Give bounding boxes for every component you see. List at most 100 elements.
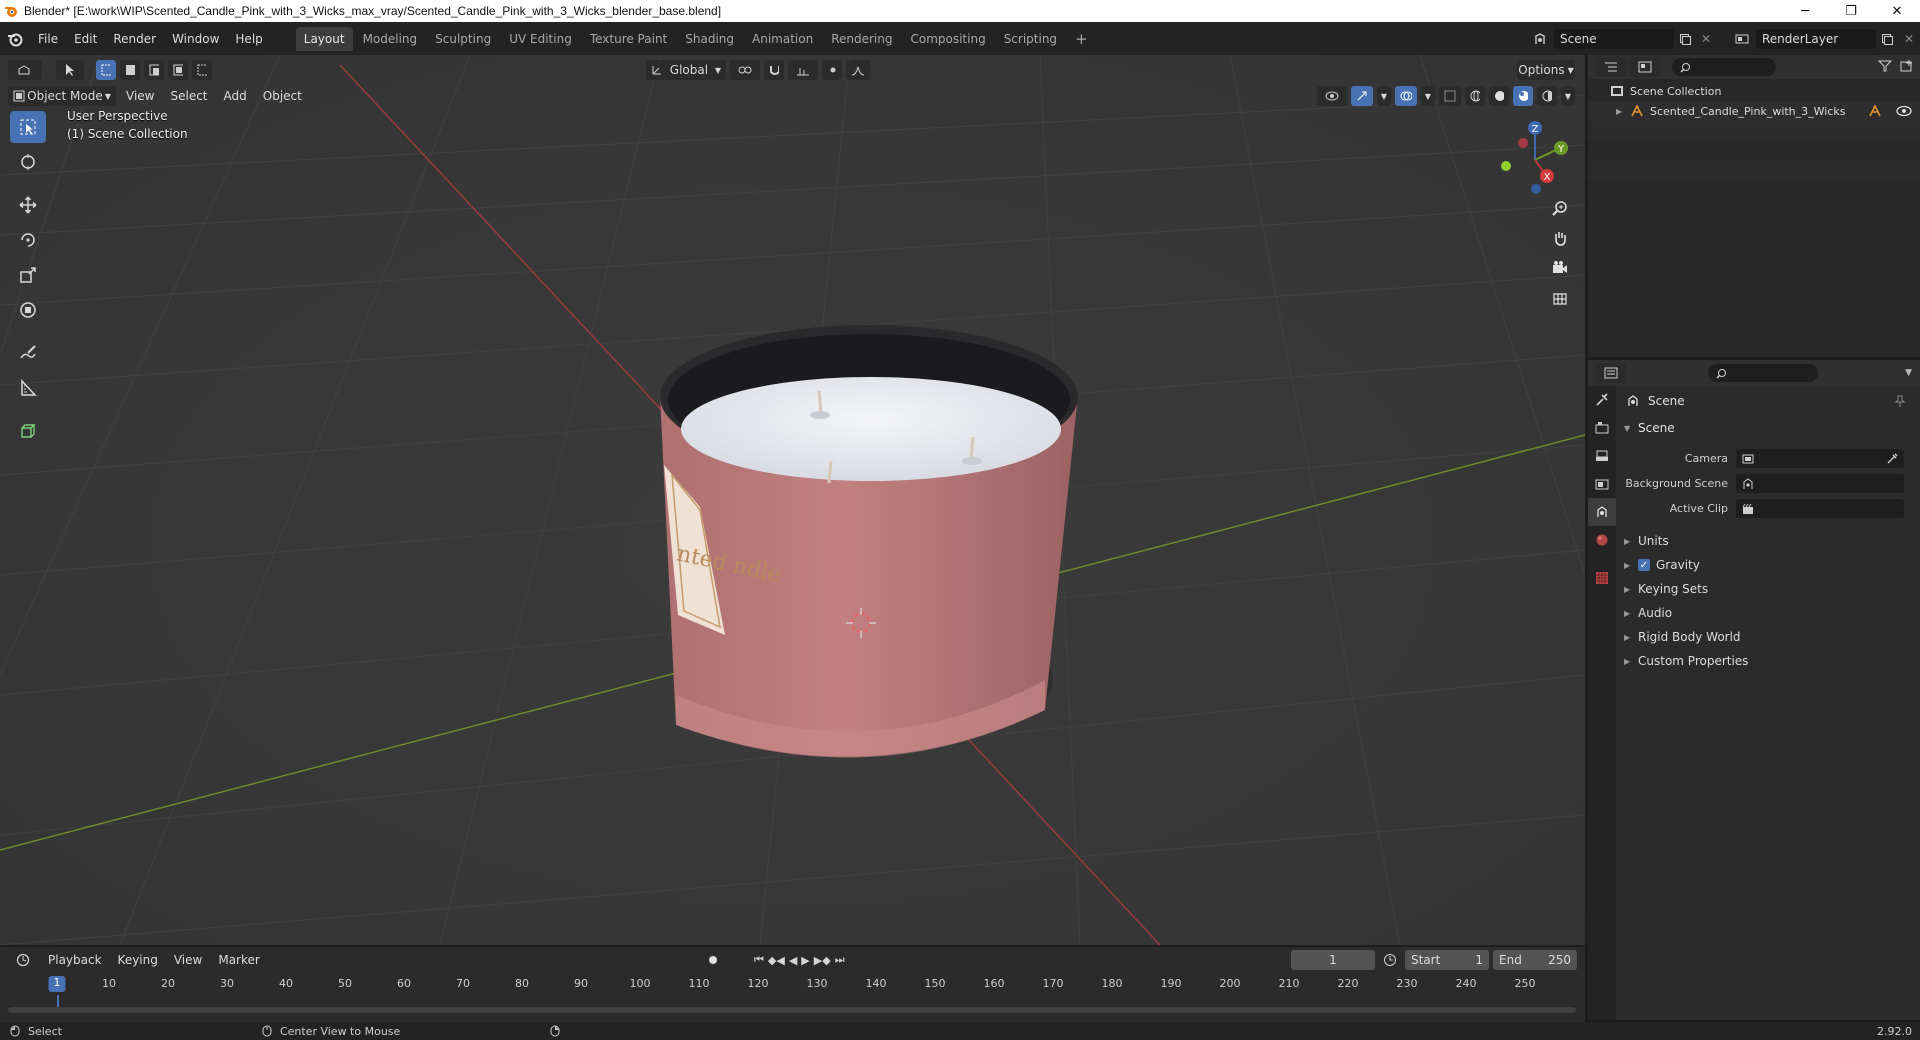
outliner-scene-collection[interactable]: Scene Collection (1588, 81, 1920, 101)
scene-panel-header[interactable]: ▼ Scene (1618, 416, 1918, 440)
navigation-gizmo[interactable]: Z Y X (1490, 115, 1580, 205)
options-dropdown[interactable]: Options ▼ (1517, 60, 1575, 80)
menu-edit[interactable]: Edit (66, 22, 105, 55)
viewport-menu-select[interactable]: Select (162, 89, 215, 103)
tab-animation[interactable]: Animation (744, 27, 821, 51)
delete-scene-icon[interactable]: ✕ (1696, 32, 1716, 46)
camera-field[interactable] (1736, 449, 1904, 468)
outliner-search-input[interactable] (1672, 58, 1776, 76)
transform-orientation-dropdown[interactable]: Global ▼ (646, 60, 726, 80)
select-box-tool-icon[interactable] (10, 111, 46, 143)
scale-tool-icon[interactable] (10, 259, 46, 291)
new-scene-icon[interactable] (1674, 33, 1696, 45)
tab-uv-editing[interactable]: UV Editing (501, 27, 580, 51)
tab-rendering[interactable]: Rendering (823, 27, 900, 51)
timeline-menu-view[interactable]: View (166, 953, 210, 967)
snap-target-icon[interactable] (788, 60, 818, 80)
properties-search-input[interactable] (1708, 364, 1818, 382)
jump-end-icon[interactable]: ⏭ (835, 953, 845, 967)
preview-range-icon[interactable] (1375, 953, 1405, 967)
texture-tab-icon[interactable] (1588, 564, 1616, 592)
timeline-editor-type-icon[interactable] (8, 950, 38, 970)
pan-hand-icon[interactable] (1545, 223, 1575, 253)
output-tab-icon[interactable] (1588, 442, 1616, 470)
tab-layout[interactable]: Layout (295, 26, 353, 51)
timeline-scrollbar[interactable] (8, 1007, 1576, 1013)
visibility-selectability-icon[interactable] (1317, 86, 1347, 106)
gizmo-dropdown[interactable]: ▼ (1377, 86, 1391, 106)
overlays-dropdown[interactable]: ▼ (1421, 86, 1435, 106)
current-frame-indicator[interactable]: 1 (48, 976, 66, 992)
render-tab-icon[interactable] (1588, 414, 1616, 442)
select-subtract-icon[interactable] (144, 60, 164, 80)
record-icon[interactable] (702, 950, 724, 970)
proportional-edit-icon[interactable] (822, 60, 842, 80)
rotate-tool-icon[interactable] (10, 224, 46, 256)
menu-render[interactable]: Render (105, 22, 164, 55)
new-view-layer-icon[interactable] (1876, 33, 1898, 45)
outliner-editor-type-icon[interactable] (1596, 57, 1626, 77)
viewport-menu-view[interactable]: View (118, 89, 162, 103)
add-cube-tool-icon[interactable] (10, 415, 46, 447)
units-panel[interactable]: ▶ Units (1618, 529, 1918, 553)
view-layer-icon[interactable] (1728, 32, 1756, 46)
falloff-icon[interactable] (846, 60, 870, 80)
tab-sculpting[interactable]: Sculpting (427, 27, 499, 51)
tab-texture-paint[interactable]: Texture Paint (582, 27, 675, 51)
shading-rendered-icon[interactable] (1537, 86, 1557, 106)
gizmo-toggle-icon[interactable] (1351, 86, 1373, 106)
pivot-point-icon[interactable] (730, 60, 760, 80)
select-intersect-icon[interactable] (192, 60, 212, 80)
view-layer-tab-icon[interactable] (1588, 470, 1616, 498)
audio-panel[interactable]: ▶ Audio (1618, 601, 1918, 625)
annotate-tool-icon[interactable] (10, 337, 46, 369)
tab-scripting[interactable]: Scripting (996, 27, 1065, 51)
play-icon[interactable]: ▶ (801, 954, 809, 967)
gravity-panel[interactable]: ▶ ✓ Gravity (1618, 553, 1918, 577)
active-clip-field[interactable] (1736, 499, 1904, 518)
snap-toggle-icon[interactable] (764, 60, 784, 80)
minimize-button[interactable]: ─ (1782, 0, 1828, 22)
play-reverse-icon[interactable]: ◀ (789, 954, 797, 967)
timeline-menu-marker[interactable]: Marker (210, 953, 267, 967)
timeline-ruler[interactable]: 1 10 20 30 40 50 60 70 80 90 100 110 120 130 140 150 16… (0, 973, 1585, 995)
close-button[interactable]: ✕ (1874, 0, 1920, 22)
world-tab-icon[interactable] (1588, 526, 1616, 554)
ortho-grid-icon[interactable] (1545, 283, 1575, 313)
tab-shading[interactable]: Shading (677, 27, 742, 51)
tool-select-mode-icon[interactable] (56, 60, 84, 80)
xray-toggle-icon[interactable] (1439, 86, 1461, 106)
properties-options-dropdown[interactable]: ▼ (1905, 368, 1912, 378)
select-invert-icon[interactable] (168, 60, 188, 80)
menu-window[interactable]: Window (164, 22, 227, 55)
filter-icon[interactable] (1877, 60, 1893, 75)
timeline-menu-playback[interactable]: Playback (40, 953, 110, 967)
select-extend-icon[interactable] (120, 60, 140, 80)
object-mode-dropdown[interactable]: Object Mode ▼ (8, 86, 116, 106)
blender-menu-icon[interactable] (0, 31, 30, 47)
measure-tool-icon[interactable] (10, 372, 46, 404)
move-tool-icon[interactable] (10, 189, 46, 221)
new-collection-icon[interactable] (1900, 59, 1914, 75)
keying-sets-panel[interactable]: ▶ Keying Sets (1618, 577, 1918, 601)
scene-name-field[interactable]: Scene (1554, 28, 1674, 49)
expand-arrow-icon[interactable]: ▶ (1616, 107, 1630, 116)
properties-editor-type-icon[interactable] (1596, 363, 1626, 383)
overlays-toggle-icon[interactable] (1395, 86, 1417, 106)
shading-material-icon[interactable] (1513, 86, 1533, 106)
start-frame-field[interactable]: Start 1 (1405, 950, 1489, 970)
delete-view-layer-icon[interactable]: ✕ (1898, 32, 1920, 46)
zoom-icon[interactable] (1545, 193, 1575, 223)
viewport-menu-object[interactable]: Object (255, 89, 310, 103)
pin-icon[interactable] (1894, 395, 1906, 407)
editor-type-button[interactable] (8, 60, 42, 80)
transform-tool-icon[interactable] (10, 294, 46, 326)
camera-view-icon[interactable] (1545, 253, 1575, 283)
view-layer-field[interactable]: RenderLayer (1756, 28, 1876, 49)
custom-properties-panel[interactable]: ▶ Custom Properties (1618, 649, 1918, 673)
display-mode-icon[interactable] (1630, 57, 1660, 77)
scene-selector-icon[interactable] (1526, 32, 1554, 46)
select-new-icon[interactable] (96, 60, 116, 80)
timeline-menu-keying[interactable]: Keying (110, 953, 166, 967)
gravity-checkbox[interactable]: ✓ (1638, 559, 1650, 571)
